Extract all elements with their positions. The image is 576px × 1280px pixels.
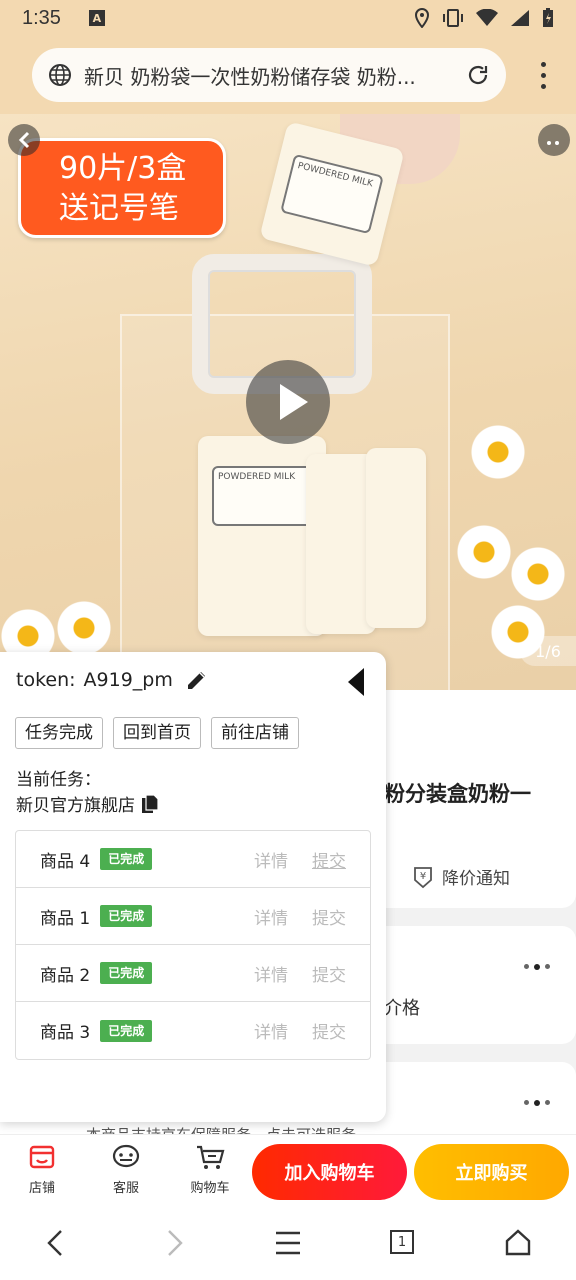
browser-menu-icon[interactable] — [541, 62, 546, 89]
task-item-name: 商品 2 — [40, 965, 91, 986]
task-row: 商品 1 已完成 详情 提交 — [16, 888, 370, 945]
service-nav-item[interactable]: 客服 — [96, 1141, 156, 1196]
cart-icon — [197, 1145, 225, 1169]
more-dots-icon[interactable] — [524, 964, 550, 970]
task-row: 商品 2 已完成 详情 提交 — [16, 945, 370, 1002]
battery-icon — [543, 8, 553, 27]
product-title-fragment: 粉分装盒奶粉一 — [384, 782, 531, 806]
daisy-flower — [456, 524, 512, 580]
submit-link[interactable]: 提交 — [312, 1018, 346, 1043]
tabs-count-icon[interactable]: 1 — [390, 1230, 414, 1254]
system-navigation-bar: 1 — [0, 1208, 576, 1280]
store-label: 店铺 — [28, 1181, 55, 1196]
nav-menu-icon[interactable] — [274, 1228, 302, 1258]
store-icon — [29, 1145, 55, 1169]
status-badge: 已完成 — [100, 1019, 153, 1042]
task-list: 商品 4 已完成 详情 提交 商品 1 已完成 详情 提交 商品 2 已完成 详… — [15, 830, 371, 1060]
customer-service-icon — [112, 1144, 140, 1168]
collapse-panel-icon[interactable] — [348, 668, 364, 696]
panel-button-row: 任务完成 回到首页 前往店铺 — [15, 717, 299, 749]
back-home-button[interactable]: 回到首页 — [113, 717, 201, 749]
url-text[interactable]: 新贝 奶粉袋一次性奶粉储存袋 奶粉... — [84, 61, 454, 90]
bag-label-text: POWDERED MILK — [296, 161, 374, 190]
signal-icon — [511, 10, 529, 26]
svg-text:¥: ¥ — [420, 871, 426, 882]
token-label: token: — [16, 669, 76, 691]
store-nav-item[interactable]: 店铺 — [12, 1141, 72, 1196]
status-badge: 已完成 — [100, 848, 153, 870]
submit-link[interactable]: 提交 — [312, 847, 346, 872]
daisy-flower — [56, 600, 112, 656]
daisy-flower — [470, 424, 526, 480]
more-dots-icon[interactable] — [524, 1100, 550, 1106]
detail-link[interactable]: 详情 — [254, 961, 288, 986]
task-row: 商品 4 已完成 详情 提交 — [16, 831, 370, 888]
promo-line-1: 90片/3盒 — [59, 151, 187, 186]
location-icon — [414, 8, 430, 28]
nav-forward-icon[interactable] — [162, 1228, 186, 1258]
cart-nav-item[interactable]: 购物车 — [180, 1141, 240, 1196]
price-notice-label: 降价通知 — [442, 869, 510, 889]
task-complete-button[interactable]: 任务完成 — [15, 717, 103, 749]
detail-link[interactable]: 详情 — [254, 1018, 288, 1043]
price-card-text: 介格 — [384, 998, 420, 1019]
submit-link[interactable]: 提交 — [312, 961, 346, 986]
token-row: token: A919_pm — [16, 668, 209, 692]
task-panel: token: A919_pm 任务完成 回到首页 前往店铺 当前任务： 新贝官方… — [0, 652, 386, 1122]
price-tag-icon: ¥ — [414, 866, 432, 888]
url-bar[interactable]: 新贝 奶粉袋一次性奶粉储存袋 奶粉... — [32, 48, 506, 102]
copy-icon[interactable] — [141, 793, 159, 814]
image-counter: 1/6 — [520, 636, 576, 666]
daisy-flower — [510, 546, 566, 602]
status-badge: 已完成 — [100, 962, 153, 984]
vibrate-icon — [443, 9, 463, 27]
add-to-cart-button[interactable]: 加入购物车 — [252, 1144, 407, 1200]
milk-bag-back — [366, 448, 426, 628]
service-label: 客服 — [112, 1181, 139, 1196]
buy-now-button[interactable]: 立即购买 — [414, 1144, 569, 1200]
task-item-name: 商品 1 — [40, 908, 91, 929]
price-notice-button[interactable]: ¥ 降价通知 — [412, 864, 510, 889]
product-image[interactable]: POWDERED MILK POWDERED MILK 90片/3盒 送记号笔 … — [0, 114, 576, 690]
browser-toolbar: 新贝 奶粉袋一次性奶粉储存袋 奶粉... — [0, 36, 576, 114]
milk-bag-label-front: POWDERED MILK — [212, 466, 312, 526]
bottom-action-bar: 店铺 客服 购物车 加入购物车 立即购买 — [0, 1134, 576, 1208]
go-store-button[interactable]: 前往店铺 — [211, 717, 299, 749]
status-bar: 1:35 A — [0, 0, 576, 36]
current-task-label: 当前任务： — [16, 770, 101, 790]
promo-badge: 90片/3盒 送记号笔 — [18, 138, 226, 238]
edit-pencil-icon[interactable] — [185, 668, 209, 692]
wifi-icon — [476, 9, 498, 26]
status-time: 1:35 — [22, 6, 61, 29]
promo-line-2: 送记号笔 — [59, 191, 179, 226]
task-item-name: 商品 3 — [40, 1023, 91, 1043]
task-item-name: 商品 4 — [40, 851, 91, 872]
submit-link[interactable]: 提交 — [312, 904, 346, 929]
globe-icon — [49, 64, 71, 86]
cart-label: 购物车 — [190, 1181, 230, 1196]
back-icon[interactable] — [8, 124, 40, 156]
current-task-name: 新贝官方旗舰店 — [16, 791, 159, 816]
nav-back-icon[interactable] — [44, 1228, 68, 1258]
detail-link[interactable]: 详情 — [254, 847, 288, 872]
bag-label-text-front: POWDERED MILK — [218, 472, 296, 482]
reload-icon[interactable] — [466, 63, 490, 87]
status-badge: 已完成 — [100, 905, 153, 927]
play-video-icon[interactable] — [246, 360, 330, 444]
task-store-name: 新贝官方旗舰店 — [16, 796, 135, 816]
more-icon[interactable] — [538, 124, 570, 156]
token-value: A919_pm — [83, 669, 173, 691]
milk-bag-label: POWDERED MILK — [280, 153, 384, 235]
nav-home-icon[interactable] — [504, 1228, 532, 1258]
notification-a-icon: A — [88, 10, 105, 26]
detail-link[interactable]: 详情 — [254, 904, 288, 929]
task-row: 商品 3 已完成 详情 提交 — [16, 1002, 370, 1059]
